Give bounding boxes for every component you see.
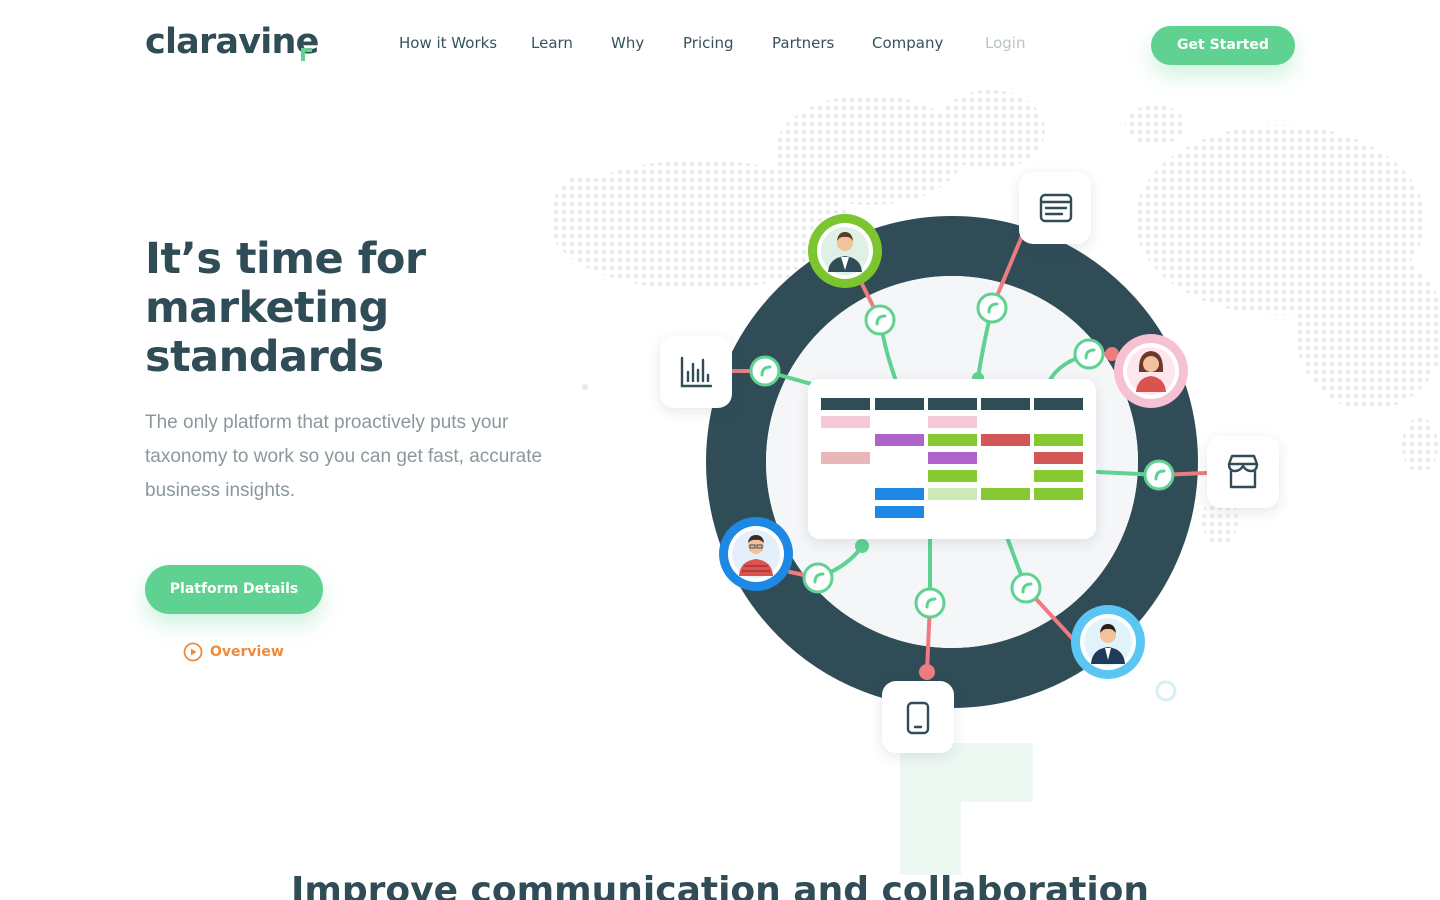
nav-learn[interactable]: Learn [531, 34, 573, 52]
overview-link[interactable]: Overview [183, 642, 284, 662]
man-lightblue-avatar [1071, 605, 1145, 679]
hero-subtitle-line: taxonomy to work so you can get fast, ac… [145, 446, 543, 467]
nav-pricing[interactable]: Pricing [683, 34, 734, 52]
nav-partners[interactable]: Partners [772, 34, 834, 52]
logo[interactable]: claravine [145, 22, 319, 62]
nav-company[interactable]: Company [872, 34, 943, 52]
hero-subtitle-line: The only platform that proactively puts … [145, 412, 509, 433]
decor-dot [582, 384, 588, 390]
analytics-chart-icon [660, 336, 732, 408]
hero-title-line: It’s time for [145, 234, 426, 284]
hero-title: It’s time for marketing standards [145, 235, 575, 382]
connector-dot [919, 664, 935, 680]
get-started-button[interactable]: Get Started [1151, 26, 1295, 65]
hero-subtitle: The only platform that proactively puts … [145, 406, 575, 508]
decor-ring [1155, 680, 1177, 702]
connector-dot [855, 539, 869, 553]
man-green-avatar [808, 214, 882, 288]
nav-how-it-works[interactable]: How it Works [399, 34, 497, 52]
overview-label: Overview [210, 644, 284, 660]
play-circle-icon [183, 642, 203, 662]
hero-illustration [540, 85, 1440, 885]
hero-title-line: standards [145, 332, 384, 382]
bracket-watermark [900, 743, 1033, 875]
hub-diagram [550, 90, 1440, 875]
nav-login[interactable]: Login [985, 34, 1025, 52]
man-blue-avatar [719, 517, 793, 591]
mobile-phone-icon [882, 681, 954, 753]
page: claravine How it Works Learn Why Pricing… [0, 0, 1440, 900]
data-grid-card [808, 379, 1096, 539]
nav-why[interactable]: Why [611, 34, 644, 52]
logo-mark-icon [301, 48, 312, 61]
platform-details-button[interactable]: Platform Details [145, 565, 323, 614]
hero-title-line: marketing [145, 283, 389, 333]
hero-subtitle-line: business insights. [145, 480, 295, 501]
woman-pink-avatar [1114, 334, 1188, 408]
storefront-icon [1207, 436, 1279, 508]
section-heading: Improve communication and collaboration [290, 870, 1150, 900]
browser-window-icon [1019, 172, 1091, 244]
